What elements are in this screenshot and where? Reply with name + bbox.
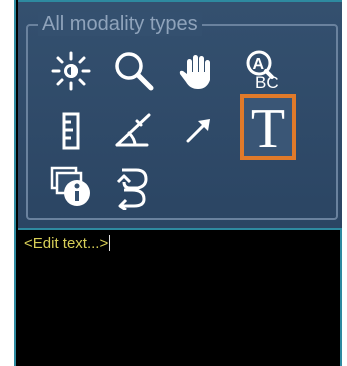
info-icon <box>50 166 90 206</box>
ruler-button[interactable] <box>46 106 96 156</box>
svg-text:A: A <box>253 56 265 73</box>
text-tool-button[interactable]: T <box>240 94 296 160</box>
svg-text:T: T <box>251 99 285 155</box>
pan-button[interactable] <box>173 46 223 96</box>
editor-text: <Edit text...> <box>24 235 109 252</box>
rotate-button[interactable] <box>108 162 158 212</box>
window-level-button[interactable] <box>46 46 96 96</box>
arrow-icon <box>186 119 210 143</box>
rotate-icon <box>116 168 148 210</box>
editor-text-line[interactable]: <Edit text...> <box>24 235 111 252</box>
tool-panel: All modality types A BC T <box>18 0 342 230</box>
magnifier-icon <box>115 52 154 91</box>
spellcheck-icon: A BC <box>246 50 279 92</box>
svg-text:BC: BC <box>255 73 279 92</box>
info-button[interactable] <box>46 162 96 212</box>
group-title: All modality types <box>38 12 202 36</box>
text-icon: T <box>251 99 285 155</box>
annotation-text-editor[interactable]: <Edit text...> <box>18 232 338 362</box>
annotation-tool-window: All modality types A BC T <Edit text...> <box>14 0 342 366</box>
brightness-icon <box>51 51 91 91</box>
angle-icon <box>115 113 151 147</box>
spellcheck-button[interactable]: A BC <box>240 46 290 96</box>
text-caret <box>109 235 111 251</box>
zoom-button[interactable] <box>108 46 158 96</box>
hand-icon <box>179 55 210 89</box>
arrow-button[interactable] <box>173 106 223 156</box>
angle-button[interactable] <box>108 106 158 156</box>
ruler-icon <box>62 112 80 150</box>
